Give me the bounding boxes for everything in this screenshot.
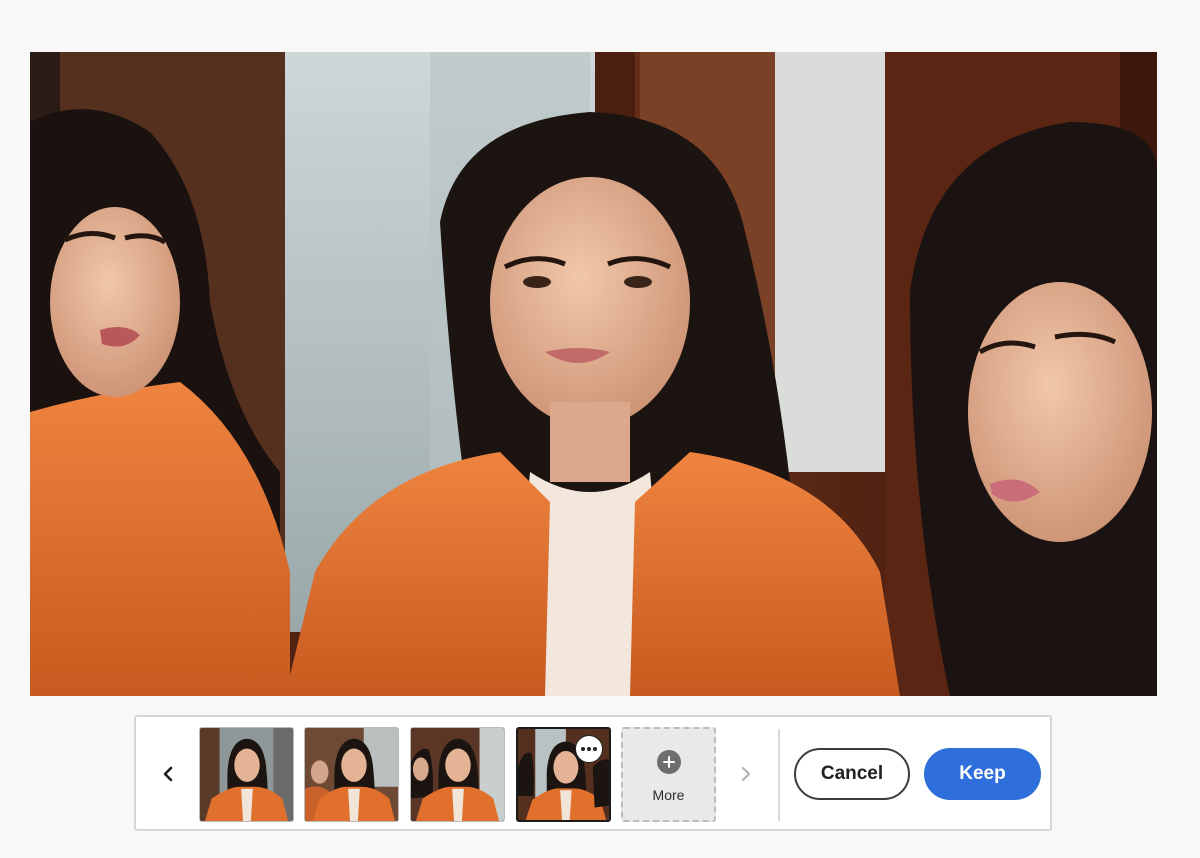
next-variations-button[interactable] bbox=[732, 755, 760, 793]
previous-variations-button[interactable] bbox=[154, 755, 182, 793]
thumbnail-image bbox=[411, 728, 504, 821]
thumbnail-image bbox=[305, 728, 398, 821]
plus-circle-icon bbox=[656, 750, 681, 774]
portrait-image bbox=[30, 52, 1157, 696]
variation-options-button[interactable] bbox=[575, 735, 603, 763]
chevron-right-icon bbox=[741, 766, 751, 782]
ellipsis-icon bbox=[581, 747, 585, 751]
variation-bar: More Cancel Keep bbox=[134, 715, 1052, 831]
app-stage: More Cancel Keep bbox=[0, 0, 1200, 858]
chevron-left-icon bbox=[163, 766, 173, 782]
keep-button[interactable]: Keep bbox=[924, 748, 1041, 800]
variation-thumbnail-4[interactable] bbox=[516, 727, 611, 822]
variation-thumbnail-2[interactable] bbox=[304, 727, 399, 822]
divider bbox=[778, 729, 780, 821]
more-variations-button[interactable]: More bbox=[621, 727, 716, 822]
main-image-canvas bbox=[30, 52, 1157, 696]
cancel-button[interactable]: Cancel bbox=[794, 748, 910, 800]
thumbnail-image bbox=[200, 728, 293, 821]
more-label: More bbox=[652, 787, 685, 803]
variation-thumbnail-3[interactable] bbox=[410, 727, 505, 822]
variation-thumbnail-1[interactable] bbox=[199, 727, 294, 822]
